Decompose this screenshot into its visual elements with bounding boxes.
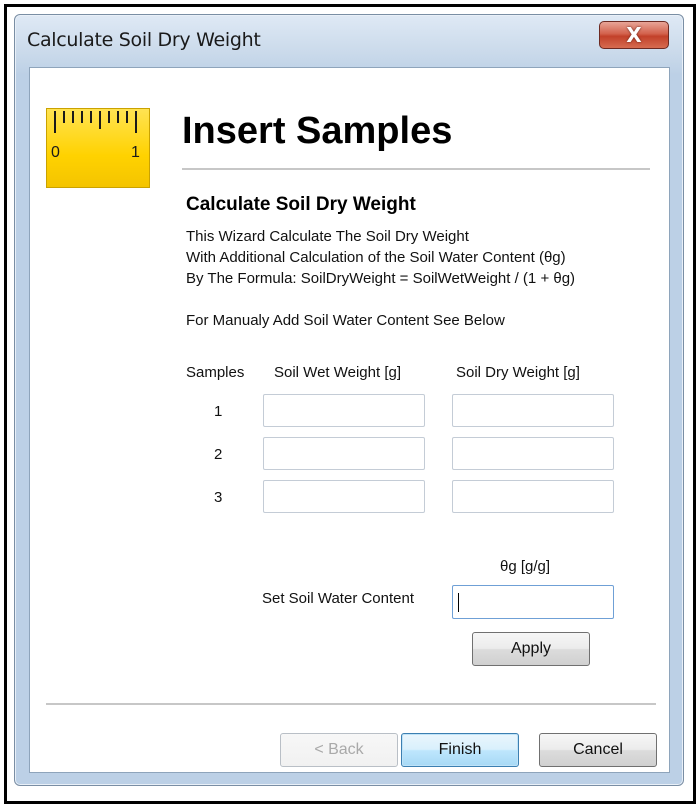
- dry-weight-input-3[interactable]: [452, 480, 614, 513]
- wet-weight-input-2[interactable]: [263, 437, 425, 470]
- description-line: With Additional Calculation of the Soil …: [186, 249, 566, 266]
- header-divider: [182, 168, 650, 170]
- sample-row-label: 2: [214, 446, 223, 463]
- ruler-label-0: 0: [51, 144, 60, 161]
- close-icon: X: [626, 23, 642, 47]
- samples-column-header: Samples: [186, 364, 245, 381]
- description-line: By The Formula: SoilDryWeight = SoilWetW…: [186, 270, 576, 287]
- wet-weight-input-3[interactable]: [263, 480, 425, 513]
- dry-weight-input-1[interactable]: [452, 394, 614, 427]
- ruler-icon: 0 1: [46, 108, 150, 188]
- sample-row-label: 1: [214, 403, 223, 420]
- sample-row-label: 3: [214, 489, 223, 506]
- wizard-page: 0 1 Insert Samples Calculate Soil Dry We…: [29, 67, 670, 773]
- water-content-label: Set Soil Water Content: [262, 590, 415, 607]
- description-line: This Wizard Calculate The Soil Dry Weigh…: [186, 228, 469, 245]
- wet-weight-input-1[interactable]: [263, 394, 425, 427]
- water-content-unit-label: θg [g/g]: [500, 558, 551, 575]
- water-content-input[interactable]: [452, 585, 614, 619]
- window-title: Calculate Soil Dry Weight: [27, 29, 261, 51]
- dry-weight-input-2[interactable]: [452, 437, 614, 470]
- ruler-label-1: 1: [131, 144, 140, 161]
- page-subtitle: Calculate Soil Dry Weight: [186, 194, 416, 215]
- manual-hint: For Manualy Add Soil Water Content See B…: [186, 312, 505, 329]
- finish-button[interactable]: Finish: [401, 733, 519, 767]
- back-button[interactable]: < Back: [280, 733, 398, 767]
- wet-weight-column-header: Soil Wet Weight [g]: [274, 364, 402, 381]
- page-title: Insert Samples: [182, 110, 453, 152]
- text-caret: [458, 593, 459, 612]
- footer-divider: [46, 703, 656, 705]
- dry-weight-column-header: Soil Dry Weight [g]: [456, 364, 580, 381]
- apply-button[interactable]: Apply: [472, 632, 590, 666]
- cancel-button[interactable]: Cancel: [539, 733, 657, 767]
- wizard-window: Calculate Soil Dry Weight X 0 1 Insert S…: [14, 14, 684, 786]
- close-button[interactable]: X: [599, 21, 669, 49]
